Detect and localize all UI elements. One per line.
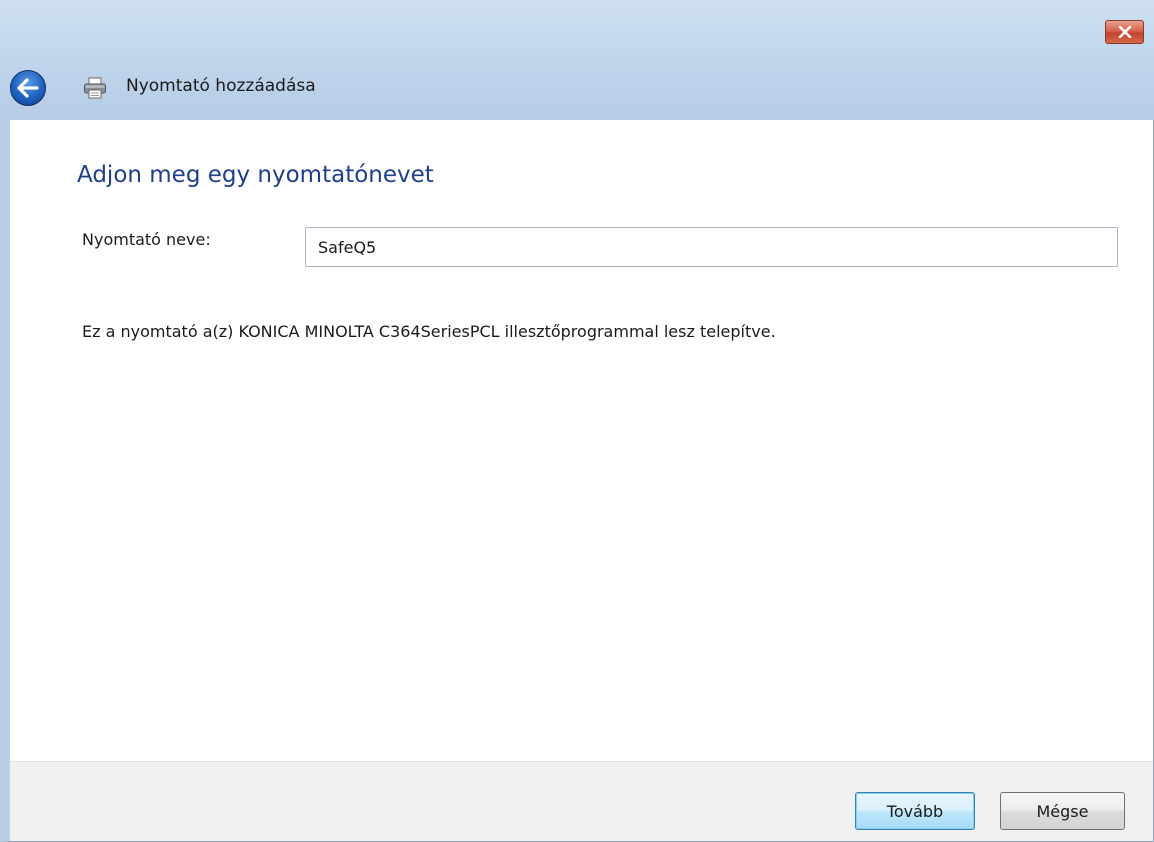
cancel-button[interactable]: Mégse [1000, 792, 1125, 830]
next-button[interactable]: Tovább [855, 792, 975, 830]
printer-name-input[interactable] [305, 227, 1118, 267]
printer-icon [84, 77, 106, 99]
driver-info-text: Ez a nyomtató a(z) KONICA MINOLTA C364Se… [82, 322, 776, 341]
add-printer-window: Nyomtató hozzáadása Adjon meg egy nyomta… [0, 0, 1154, 842]
page-heading: Adjon meg egy nyomtatónevet [77, 162, 434, 188]
window-title: Nyomtató hozzáadása [126, 76, 316, 96]
back-arrow-icon [17, 78, 39, 98]
button-bar: Tovább Mégse [10, 761, 1153, 841]
close-icon [1118, 26, 1131, 38]
content-area: Adjon meg egy nyomtatónevet Nyomtató nev… [10, 120, 1153, 761]
printer-name-label: Nyomtató neve: [82, 230, 211, 249]
back-button[interactable] [10, 70, 46, 106]
close-button[interactable] [1105, 20, 1144, 44]
title-bar [0, 0, 1154, 120]
